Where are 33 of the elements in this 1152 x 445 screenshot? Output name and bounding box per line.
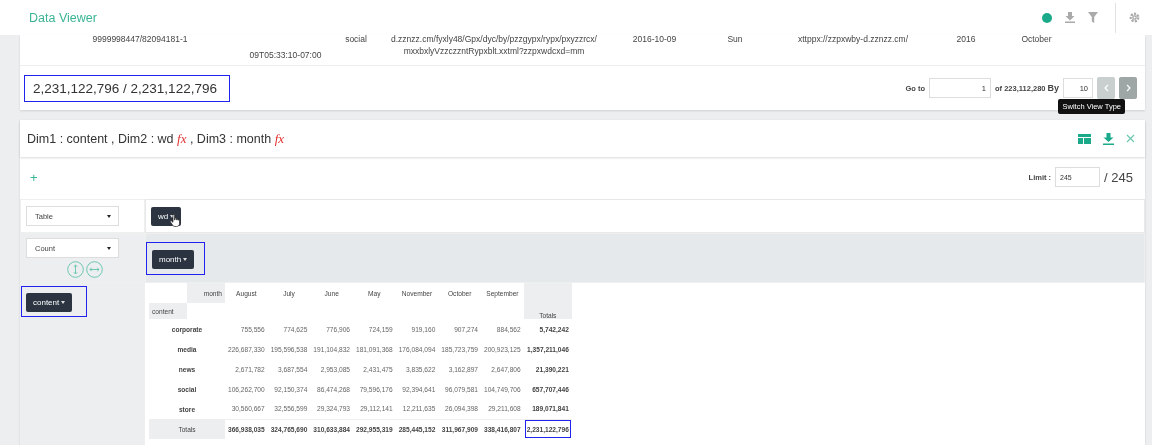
table-cell-text: 2016 — [955, 33, 977, 46]
app-title: Data Viewer — [29, 10, 97, 25]
table-cell-text: xttppx://zzpxwby-d.zznzz.cm/ — [796, 33, 910, 46]
by-label: By — [1047, 83, 1059, 93]
table-cell-text: Sun — [726, 33, 744, 46]
table-cell-text: 09T05:33:10-07:00 — [248, 49, 323, 62]
chevron-right-icon — [1125, 84, 1131, 92]
table-cell-text: October — [1020, 33, 1053, 46]
attribute-pill[interactable]: month — [152, 249, 195, 269]
caret-icon — [107, 214, 111, 218]
limit-total: / 245 — [1104, 169, 1133, 185]
table-view-icon[interactable] — [1078, 133, 1091, 144]
next-page-button[interactable] — [1119, 77, 1137, 99]
filter-icon[interactable] — [1088, 12, 1098, 23]
attribute-pill[interactable]: content — [26, 293, 73, 312]
horizontal-arrows-icon[interactable] — [86, 261, 103, 278]
table-cell-text: social — [344, 33, 368, 46]
hand-cursor-icon — [170, 214, 180, 227]
caret-icon — [61, 301, 66, 304]
caret-icon — [107, 246, 111, 250]
caret-icon — [183, 257, 188, 261]
table-cell-text: d.zznzz.cm/fyxly48/Gpx/dyc/by/pzzgypx/rypx/pxyzzrcx/ mxxbxlyVzzczzntRypxblt.xxtml?zzpxwdcxd=mm — [390, 33, 598, 58]
download-icon[interactable] — [1103, 132, 1114, 145]
panel-title: Dim1 : content , Dim2 : wd fx , Dim3 : month fx — [27, 130, 285, 147]
vertical-arrows-icon[interactable] — [67, 261, 84, 278]
settings-icon[interactable] — [1129, 12, 1140, 23]
chevron-left-icon — [1103, 84, 1109, 92]
result-count: 2,231,122,796 / 2,231,122,796 — [24, 74, 230, 102]
close-icon[interactable] — [1126, 134, 1135, 143]
table-cell-text: 9999998447/82094181-1 — [91, 33, 189, 46]
download-icon[interactable] — [1065, 12, 1075, 23]
status-dot-icon — [1042, 12, 1052, 23]
table-cell-text: 2016-10-09 — [631, 33, 678, 46]
